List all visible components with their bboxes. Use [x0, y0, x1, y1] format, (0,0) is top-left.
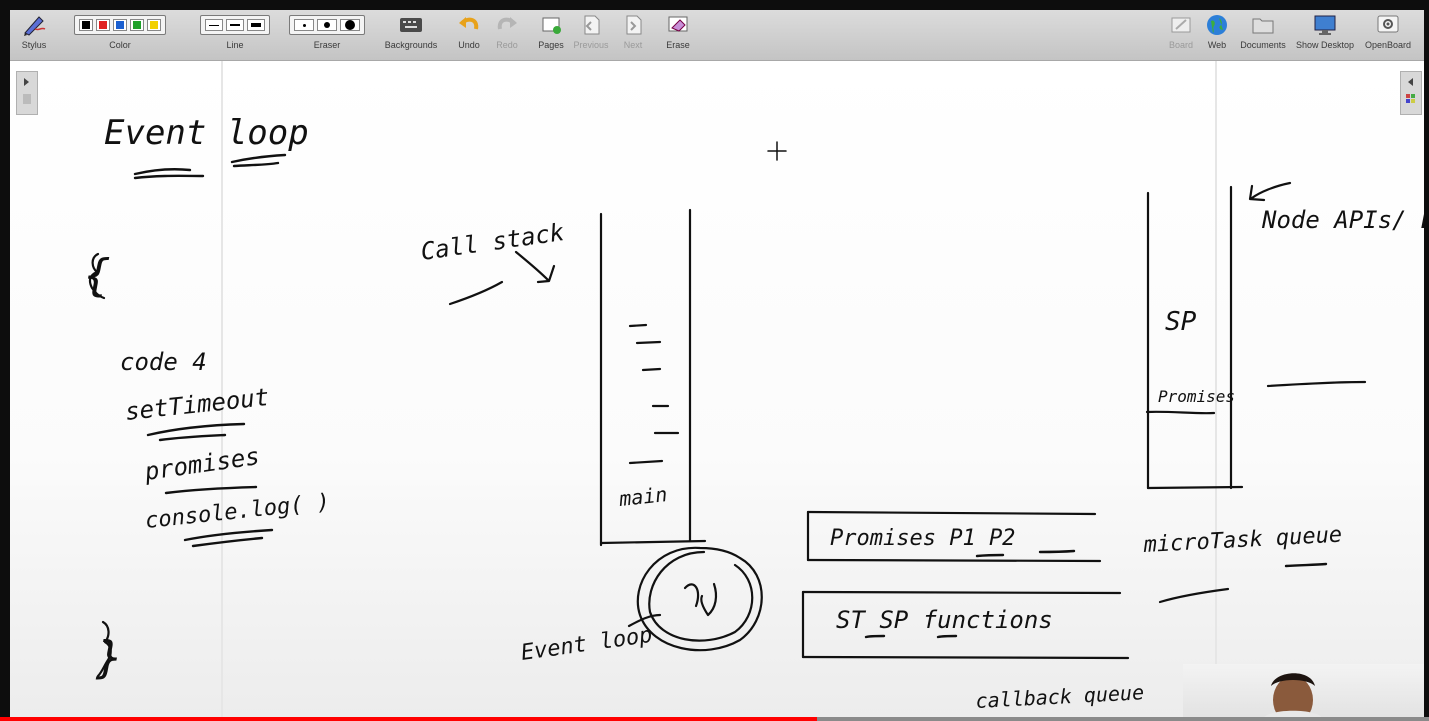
documents-button[interactable]: Documents — [1238, 10, 1288, 60]
openboard-menu-button[interactable]: OpenBoard — [1360, 10, 1416, 60]
code-note: code 4 — [120, 348, 207, 376]
close-brace: } — [95, 632, 123, 683]
eraser-size-group[interactable] — [289, 15, 365, 35]
event-loop-title: Event loop — [104, 113, 309, 153]
line-width-group[interactable] — [200, 15, 270, 35]
scribble-braces — [88, 252, 112, 678]
color-swatch-green[interactable] — [130, 19, 144, 31]
color-palette[interactable] — [74, 15, 166, 35]
color-swatch-blue[interactable] — [113, 19, 127, 31]
microtask-queue-label: microTask queue — [1142, 523, 1343, 558]
pages-label: Pages — [538, 40, 564, 50]
color-tool[interactable]: Color — [60, 10, 180, 60]
callback-queue-contents: ST SP functions — [836, 606, 1053, 634]
show-desktop-button[interactable]: Show Desktop — [1294, 10, 1356, 60]
line-thick[interactable] — [247, 19, 265, 31]
folder-icon — [1251, 10, 1275, 40]
redo-label: Redo — [496, 40, 518, 50]
undo-icon — [458, 10, 480, 40]
node-apis-label: Node APIs/ Browser API — [1261, 206, 1424, 234]
microtask-queue-arrow — [1158, 587, 1230, 604]
keyboard-icon — [399, 10, 423, 40]
event-loop-label: Event loop — [519, 623, 654, 666]
next-label: Next — [623, 40, 643, 50]
documents-label: Documents — [1240, 40, 1286, 50]
callback-queue-label: callback queue — [975, 680, 1145, 713]
sp-label: SP — [1165, 307, 1197, 337]
top-bar — [0, 0, 1429, 10]
promises-note: promises — [142, 442, 261, 486]
erase-button[interactable]: Erase — [662, 10, 694, 60]
settimeout-note: setTimeout — [124, 383, 271, 426]
web-button[interactable]: Web — [1204, 10, 1230, 60]
next-page-icon — [623, 10, 643, 40]
call-stack-arrow — [514, 250, 556, 284]
line-medium[interactable] — [226, 19, 244, 31]
handwritten-ink-layer: Event loop { code 4 setTimeout promises … — [84, 61, 1424, 721]
web-apis-box — [1145, 185, 1244, 490]
microtask-queue-contents: Promises P1 P2 — [830, 526, 1015, 551]
show-desktop-label: Show Desktop — [1295, 40, 1355, 50]
web-label: Web — [1207, 40, 1227, 50]
redo-icon — [496, 10, 518, 40]
color-swatch-black[interactable] — [79, 19, 93, 31]
call-stack-underline — [448, 280, 504, 306]
promises-api-label: Promises — [1158, 387, 1235, 406]
globe-icon — [1205, 10, 1229, 40]
call-stack-label: Call stack — [419, 218, 567, 266]
board-icon — [1170, 10, 1192, 40]
backgrounds-label: Backgrounds — [384, 40, 438, 50]
erase-label: Erase — [666, 40, 690, 50]
previous-page-icon — [581, 10, 601, 40]
line-tool[interactable]: Line — [198, 10, 272, 60]
board-label: Board — [1168, 40, 1194, 50]
board-button[interactable]: Board — [1168, 10, 1194, 60]
video-progress-played[interactable] — [0, 717, 817, 721]
monitor-icon — [1313, 10, 1337, 40]
previous-label: Previous — [573, 40, 609, 50]
stylus-tool[interactable]: Stylus — [14, 10, 54, 60]
line-thin[interactable] — [205, 19, 223, 31]
undo-button[interactable]: Undo — [454, 10, 484, 60]
settings-gear-icon — [1376, 10, 1400, 40]
undo-label: Undo — [458, 40, 480, 50]
web-apis-underline — [1266, 380, 1367, 388]
next-button[interactable]: Next — [618, 10, 648, 60]
eraser-small[interactable] — [294, 19, 314, 31]
eraser-label: Eraser — [313, 40, 341, 50]
redo-button[interactable]: Redo — [492, 10, 522, 60]
color-swatch-yellow[interactable] — [147, 19, 161, 31]
video-progress-remaining[interactable] — [817, 717, 1429, 721]
openboard-toolbar: Stylus Color Line Eraser Backgrounds Und… — [10, 10, 1424, 61]
color-swatch-red[interactable] — [96, 19, 110, 31]
previous-button[interactable]: Previous — [572, 10, 610, 60]
console-log-note: console.log( ) — [144, 490, 331, 534]
line-label: Line — [226, 40, 244, 50]
color-label: Color — [109, 40, 131, 50]
presenter-avatar — [1263, 673, 1323, 719]
whiteboard-canvas[interactable]: Event loop { code 4 setTimeout promises … — [10, 61, 1424, 721]
eraser-tool[interactable]: Eraser — [288, 10, 366, 60]
openboard-label: OpenBoard — [1364, 40, 1412, 50]
main-label: main — [617, 482, 668, 511]
backgrounds-button[interactable]: Backgrounds — [380, 10, 442, 60]
eraser-medium[interactable] — [317, 19, 337, 31]
stylus-icon — [21, 10, 47, 40]
pages-button[interactable]: Pages — [536, 10, 566, 60]
cursor-crosshair — [767, 141, 787, 161]
web-apis-arrow — [1248, 181, 1292, 202]
erase-icon — [666, 10, 690, 40]
stylus-label: Stylus — [21, 40, 47, 50]
webcam-overlay — [1183, 664, 1424, 719]
pages-icon — [540, 10, 562, 40]
open-brace: { — [84, 250, 111, 301]
eraser-large[interactable] — [340, 19, 360, 31]
